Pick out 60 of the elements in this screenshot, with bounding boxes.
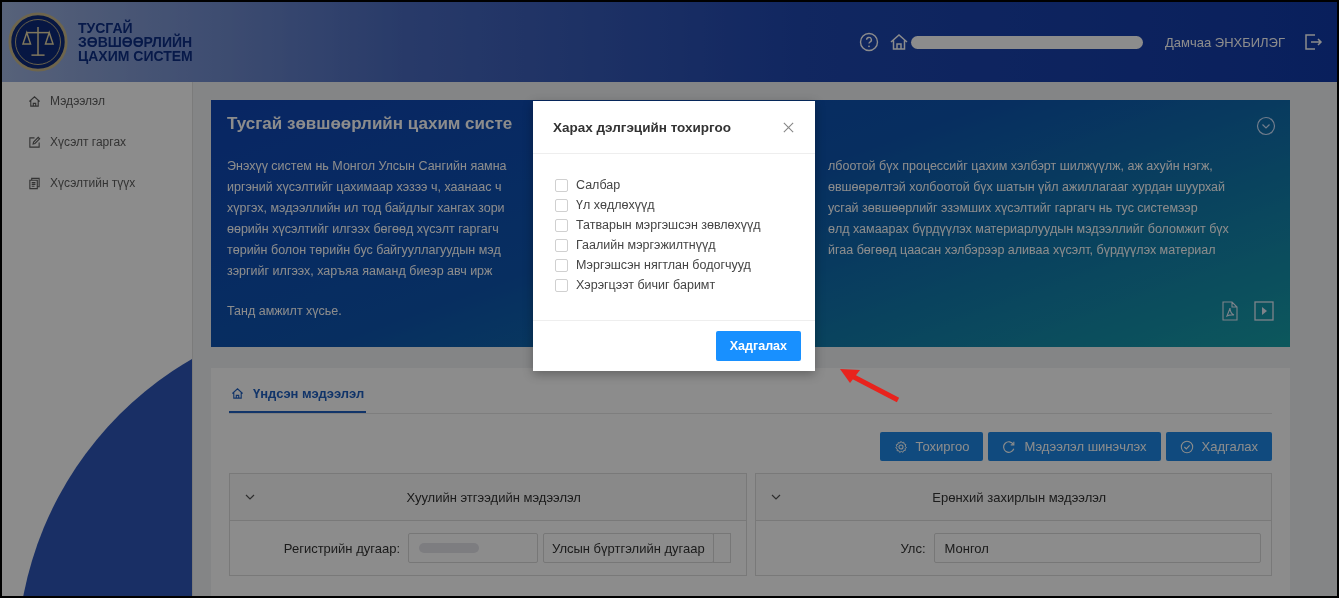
- banner-text: Энэхүү систем нь Монгол Улсын Сангийн яамна: [227, 158, 508, 174]
- arrow-annotation: [838, 367, 902, 403]
- refresh-icon: [1002, 439, 1017, 454]
- checkbox[interactable]: [555, 278, 568, 292]
- save-button[interactable]: Хадгалах: [715, 331, 801, 361]
- banner-text: хүргэх, мэдээллийн ил тод байдлыг хангах зори: [227, 200, 506, 216]
- sidebar-item[interactable]: Хүсэлтийн түүх: [28, 176, 192, 190]
- home-icon: [231, 387, 244, 400]
- collapse-icon[interactable]: [1256, 116, 1276, 136]
- input-field[interactable]: Улсын бүртгэлийн дугаар: [543, 533, 714, 563]
- checkbox-option[interactable]: Салбар: [555, 178, 793, 192]
- checkbox-option[interactable]: Мэргэшсэн нягтлан бодогчууд: [555, 258, 793, 272]
- banner-text: зэргийг илгээх, харъяа яаманд биеэр авч ирж: [227, 263, 494, 279]
- checkbox-option[interactable]: Хэрэгцээт бичиг баримт: [555, 278, 793, 292]
- checkbox-option[interactable]: Гаалийн мэргэжилтнүүд: [555, 238, 793, 252]
- banner-text: усгай зөвшөөрлийг эзэмших хүсэлтийг гаргагч нь тус системээр: [828, 200, 1198, 216]
- user-name[interactable]: Дамчаа ЭНХБИЛЭГ: [1165, 34, 1285, 50]
- field-label: Регистрийн дугаар:: [282, 540, 401, 556]
- banner-text: йгаа бөгөөд цаасан хэлбэрээр аливаа хүсэлт, бүрдүүлэх материал: [828, 242, 1216, 258]
- checkbox[interactable]: [555, 238, 568, 252]
- sidebar-item[interactable]: Мэдээлэл: [28, 94, 192, 108]
- checkbox[interactable]: [555, 178, 568, 192]
- toolbar-button[interactable]: Тохиргоо: [879, 432, 984, 461]
- banner-text: өвшөөрөлтэй холбоотой бүх шатын үйл ажиллагааг хурдан шуурхай: [828, 179, 1225, 195]
- check-circle-icon: [1179, 439, 1194, 454]
- pdf-file-icon[interactable]: [1220, 301, 1240, 321]
- help-icon[interactable]: [859, 32, 879, 52]
- dialog-title: Харах дэлгэцийн тохиргоо: [553, 119, 731, 135]
- checkbox[interactable]: [555, 258, 568, 272]
- banner-text: өөрийн хүсэлтийг илгээх бөгөөд хүсэлт гаргагч: [227, 221, 500, 237]
- logout-icon[interactable]: [1303, 32, 1323, 52]
- edit-icon: [28, 135, 41, 149]
- banner-text: лбоотой бүх процессийг цахим хэлбэрт шилжүүлж, аж ахуйн нэгж,: [828, 158, 1213, 174]
- home-icon: [28, 94, 41, 108]
- checkbox-option[interactable]: Үл хөдлөхүүд: [555, 198, 793, 212]
- checkbox[interactable]: [555, 198, 568, 212]
- documents-icon: [28, 176, 41, 190]
- banner-closing-text: Танд амжилт хүсье.: [227, 304, 342, 318]
- checkbox[interactable]: [555, 218, 568, 232]
- scales-logo-icon: [8, 12, 68, 72]
- tab[interactable]: Үндсэн мэдээлэл: [229, 378, 367, 413]
- toolbar-button[interactable]: Хадгалах: [1165, 432, 1272, 461]
- checkbox-option[interactable]: Татварын мэргэшсэн зөвлөхүүд: [555, 218, 793, 232]
- banner-title: Тусгай зөвшөөрлийн цахим систе: [227, 114, 514, 134]
- input-field[interactable]: Монгол: [933, 533, 1261, 563]
- panel-title: Хуулийн этгээдийн мэдээлэл: [405, 489, 582, 505]
- logo-text: ЗӨВШӨӨРЛИЙН: [78, 35, 193, 49]
- sidebar-item[interactable]: Хүсэлт гаргах: [28, 135, 192, 149]
- field-label: Улс:: [899, 540, 927, 556]
- settings-icon: [893, 439, 908, 454]
- panel-title: Ерөнхий захирлын мэдээлэл: [931, 489, 1108, 505]
- close-icon[interactable]: [782, 120, 795, 134]
- banner-text: иргэний хүсэлтийг цахимаар хэзээ ч, хаанаас ч: [227, 179, 503, 195]
- toolbar-button[interactable]: Мэдээлэл шинэчлэх: [988, 432, 1161, 461]
- home-icon[interactable]: [889, 32, 909, 52]
- logo-text: ТУСГАЙ: [78, 21, 133, 35]
- banner-text: төрийн болон төрийн бус байгууллагуудын мэд: [227, 242, 502, 258]
- logo-text: ЦАХИМ СИСТЕМ: [78, 49, 193, 63]
- play-video-icon[interactable]: [1254, 301, 1274, 321]
- banner-text: өлд хамаарах бүрдүүлэх материарлуудын мэдээллийг боломжит бүх: [828, 221, 1229, 237]
